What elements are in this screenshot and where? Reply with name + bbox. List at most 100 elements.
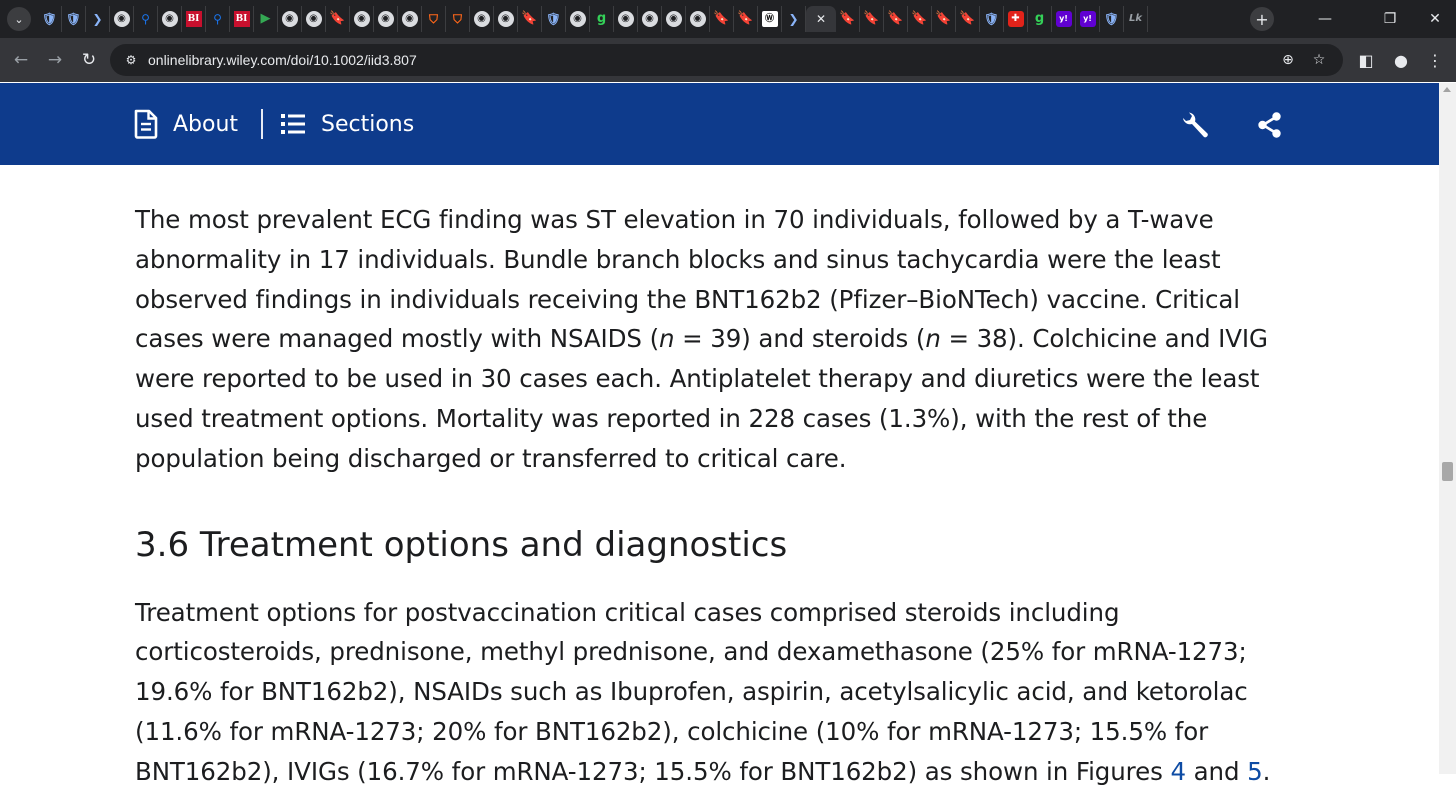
globe-icon: ◉: [377, 11, 394, 27]
browser-tab[interactable]: 🔖: [884, 6, 908, 32]
document-icon: [133, 109, 159, 139]
search-icon: ⚲: [141, 12, 150, 26]
text-run: and: [1185, 756, 1248, 786]
browser-tab[interactable]: 🛡: [62, 6, 86, 32]
browser-tab[interactable]: ❯: [86, 6, 110, 32]
bookmark-icon: 🔖: [839, 11, 856, 26]
treatment-paragraph: Treatment options for postvaccination cr…: [135, 593, 1285, 792]
chevron-icon: ❯: [788, 12, 799, 26]
restore-button[interactable]: ❐: [1376, 8, 1404, 30]
globe-icon: ◉: [113, 11, 130, 27]
bookmark-icon: 🔖: [887, 11, 904, 26]
bookmark-icon: 🔖: [863, 11, 880, 26]
article-body: The most prevalent ECG finding was ST el…: [135, 200, 1285, 792]
browser-tab[interactable]: g: [1028, 6, 1052, 32]
green-g-icon: g: [1034, 11, 1045, 26]
tab-search-button[interactable]: ⌄: [7, 7, 31, 31]
browser-tab[interactable]: g: [590, 6, 614, 32]
browser-tab[interactable]: ◉: [302, 6, 326, 32]
tab-list: 🛡 🛡 ❯ ◉ ⚲ ◉ BI ⚲ BI ▶ ◉ ◉ 🔖 ◉ ◉ ◉ ⛉ ⛉ ◉ ◉ 🔖 🛡 ◉ g ◉ ◉ ◉ ◉ 🔖 🔖 Ⓦ ❯ ✕ 🔖 🔖 🔖 🔖 🔖…: [38, 6, 1248, 32]
browser-tab[interactable]: ◉: [614, 6, 638, 32]
zoom-icon[interactable]: ⊕: [1278, 50, 1298, 70]
browser-tab[interactable]: 🛡: [1100, 6, 1124, 32]
browser-tab[interactable]: ✕: [806, 6, 836, 32]
scroll-up-arrow-icon[interactable]: [1443, 87, 1451, 92]
play-icon: ▶: [260, 11, 271, 26]
browser-tab[interactable]: 🔖: [710, 6, 734, 32]
browser-tab[interactable]: ◉: [278, 6, 302, 32]
profile-icon[interactable]: ●: [1389, 48, 1413, 72]
browser-tab[interactable]: Ⓦ: [758, 6, 782, 32]
browser-tab[interactable]: 🛡: [980, 6, 1004, 32]
browser-tab[interactable]: ◉: [566, 6, 590, 32]
share-icon[interactable]: [1256, 111, 1284, 139]
browser-tab[interactable]: 🔖: [908, 6, 932, 32]
list-icon: [281, 113, 305, 135]
browser-tab[interactable]: ◉: [350, 6, 374, 32]
browser-tab[interactable]: 🔖: [860, 6, 884, 32]
back-button[interactable]: ←: [9, 48, 33, 72]
window-close-button[interactable]: ✕: [1421, 8, 1449, 30]
address-bar[interactable]: ⚙ onlinelibrary.wiley.com/doi/10.1002/ii…: [110, 44, 1343, 76]
business-insider-icon: BI: [233, 11, 250, 27]
browser-tab[interactable]: 🔖: [956, 6, 980, 32]
bookmark-icon: 🔖: [713, 11, 730, 26]
site-info-icon[interactable]: ⚙: [122, 51, 140, 69]
browser-tab[interactable]: ◉: [398, 6, 422, 32]
browser-tab[interactable]: 🔖: [518, 6, 542, 32]
browser-tab[interactable]: ▶: [254, 6, 278, 32]
side-panel-icon[interactable]: ◧: [1354, 48, 1378, 72]
browser-tab[interactable]: ◉: [158, 6, 182, 32]
browser-tab[interactable]: ⛉: [422, 6, 446, 32]
business-insider-icon: BI: [185, 11, 202, 27]
globe-icon: ◉: [617, 11, 634, 27]
url-text[interactable]: onlinelibrary.wiley.com/doi/10.1002/iid3…: [148, 51, 417, 69]
browser-tab[interactable]: 🔖: [932, 6, 956, 32]
browser-tab[interactable]: BI: [182, 6, 206, 32]
browser-tab[interactable]: 🔖: [326, 6, 350, 32]
browser-tab[interactable]: y!: [1052, 6, 1076, 32]
about-button[interactable]: About: [133, 109, 238, 139]
new-tab-button[interactable]: +: [1250, 7, 1274, 31]
browser-tab[interactable]: ✚: [1004, 6, 1028, 32]
browser-tab[interactable]: 🔖: [734, 6, 758, 32]
browser-menu-icon[interactable]: ⋮: [1423, 48, 1447, 72]
browser-tab[interactable]: ◉: [662, 6, 686, 32]
browser-tab[interactable]: ◉: [686, 6, 710, 32]
globe-icon: ◉: [473, 11, 490, 27]
browser-tab[interactable]: ◉: [638, 6, 662, 32]
figure-link[interactable]: 4: [1170, 757, 1186, 786]
article-nav-header: About Sections: [0, 83, 1439, 165]
browser-tab[interactable]: 🔖: [836, 6, 860, 32]
browser-tab[interactable]: ⛉: [446, 6, 470, 32]
red-app-icon: ✚: [1007, 11, 1024, 27]
browser-tab[interactable]: 🛡: [38, 6, 62, 32]
header-divider: [261, 109, 263, 139]
close-icon[interactable]: ✕: [813, 11, 829, 27]
bookmark-icon: 🔖: [521, 11, 538, 26]
browser-tab[interactable]: ⚲: [206, 6, 230, 32]
bookmark-star-icon[interactable]: ☆: [1309, 50, 1329, 70]
browser-tab[interactable]: ◉: [494, 6, 518, 32]
scroll-thumb[interactable]: [1442, 462, 1453, 481]
italic-variable: n: [659, 324, 675, 354]
browser-tab[interactable]: 🛡: [542, 6, 566, 32]
page-scrollbar[interactable]: [1439, 83, 1456, 774]
browser-tab[interactable]: ❯: [782, 6, 806, 32]
figure-link[interactable]: 5: [1247, 757, 1263, 786]
browser-tab[interactable]: ⚲: [134, 6, 158, 32]
browser-tab[interactable]: y!: [1076, 6, 1100, 32]
search-icon: ⚲: [213, 12, 222, 26]
browser-tab[interactable]: Lk: [1124, 6, 1148, 32]
browser-tab[interactable]: ◉: [470, 6, 494, 32]
reload-button[interactable]: ↻: [77, 48, 101, 72]
sections-button[interactable]: Sections: [281, 110, 414, 138]
browser-tab[interactable]: BI: [230, 6, 254, 32]
forward-button[interactable]: →: [43, 48, 67, 72]
wrench-icon[interactable]: [1179, 109, 1211, 141]
browser-tab[interactable]: ◉: [374, 6, 398, 32]
text-run: .: [1262, 756, 1271, 786]
minimize-button[interactable]: —: [1311, 8, 1339, 30]
browser-tab[interactable]: ◉: [110, 6, 134, 32]
chevron-icon: ❯: [92, 12, 103, 26]
